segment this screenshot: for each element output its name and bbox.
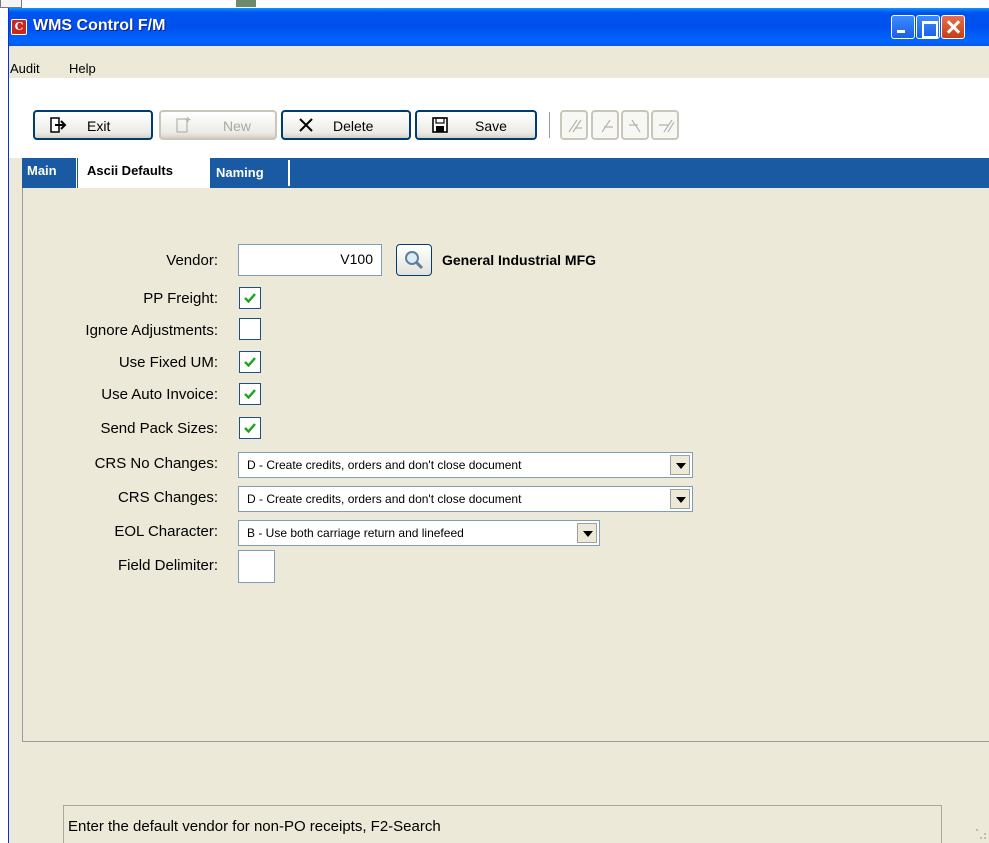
menu-help[interactable]: Help [69, 61, 96, 76]
checkmark-icon [244, 357, 256, 368]
menu-bar: Audit Help [9, 46, 989, 78]
eol-character-label: EOL Character: [114, 523, 218, 540]
crs-no-changes-select[interactable]: D - Create credits, orders and don't clo… [238, 452, 693, 478]
field-delimiter-input[interactable] [238, 550, 275, 583]
resize-grip-icon[interactable] [976, 829, 988, 841]
previous-record-button[interactable] [591, 110, 619, 140]
exit-button[interactable]: Exit [33, 110, 153, 140]
maximize-button[interactable] [916, 15, 940, 39]
send-pack-sizes-checkbox[interactable] [239, 417, 261, 439]
toolbar: Exit New Delete Save [9, 78, 989, 158]
first-record-button[interactable] [560, 110, 588, 140]
eol-character-value: B - Use both carriage return and linefee… [247, 526, 464, 540]
main-window: C WMS Control F/M Audit Help Exit New De… [8, 8, 989, 843]
new-button[interactable]: New [159, 110, 277, 140]
delete-x-icon [297, 116, 315, 134]
tab-strip: Main Ascii Defaults Naming [22, 158, 989, 188]
ascii-defaults-panel: Vendor: V100 General Industrial MFG PP F… [22, 188, 989, 742]
checkmark-icon [244, 389, 256, 400]
exit-label: Exit [87, 118, 111, 134]
toolbar-separator [549, 112, 550, 138]
save-disk-icon [431, 116, 449, 134]
app-logo-icon[interactable]: C [11, 19, 27, 35]
save-button[interactable]: Save [415, 110, 537, 140]
status-message: Enter the default vendor for non-PO rece… [63, 805, 942, 843]
title-bar[interactable]: C WMS Control F/M [9, 8, 989, 46]
crs-changes-select[interactable]: D - Create credits, orders and don't clo… [238, 486, 693, 512]
last-record-icon [659, 119, 675, 133]
next-record-button[interactable] [621, 110, 649, 140]
pp-freight-label: PP Freight: [143, 290, 218, 307]
field-delimiter-label: Field Delimiter: [117, 557, 218, 574]
ignore-adjustments-label: Ignore Adjustments: [85, 322, 218, 339]
checkmark-icon [244, 293, 256, 304]
window-title: WMS Control F/M [33, 17, 166, 34]
chevron-down-icon[interactable] [670, 455, 690, 475]
delete-button[interactable]: Delete [281, 110, 411, 140]
previous-record-icon [601, 119, 613, 133]
magnifier-icon [405, 251, 424, 270]
pp-freight-checkbox[interactable] [239, 287, 261, 309]
crs-no-changes-label: CRS No Changes: [94, 455, 218, 472]
vendor-field[interactable]: V100 [238, 244, 382, 276]
use-fixed-um-checkbox[interactable] [239, 351, 261, 373]
tab-ascii-defaults[interactable]: Ascii Defaults [78, 158, 210, 188]
ignore-adjustments-checkbox[interactable] [239, 318, 261, 340]
use-auto-invoice-checkbox[interactable] [239, 383, 261, 405]
status-bar: Enter the default vendor for non-PO rece… [9, 805, 989, 843]
chevron-down-icon[interactable] [670, 489, 690, 509]
chevron-down-icon[interactable] [577, 523, 597, 543]
use-auto-invoice-label: Use Auto Invoice: [101, 386, 218, 403]
eol-character-select[interactable]: B - Use both carriage return and linefee… [238, 520, 600, 546]
tab-naming[interactable]: Naming [210, 160, 290, 186]
send-pack-sizes-label: Send Pack Sizes: [100, 420, 218, 437]
exit-icon [49, 116, 67, 134]
next-record-icon [629, 119, 641, 133]
desktop-background [0, 0, 989, 8]
new-icon [175, 116, 193, 134]
first-record-icon [568, 119, 582, 133]
crs-changes-value: D - Create credits, orders and don't clo… [247, 492, 522, 506]
vendor-name: General Industrial MFG [442, 252, 597, 268]
last-record-button[interactable] [651, 110, 679, 140]
desktop-fragment [0, 0, 22, 8]
tab-main[interactable]: Main [22, 158, 77, 188]
vendor-lookup-button[interactable] [396, 244, 432, 276]
menu-audit[interactable]: Audit [10, 61, 40, 76]
new-label: New [223, 118, 252, 134]
desktop-icon-fragment [236, 0, 256, 7]
close-button[interactable] [941, 15, 965, 39]
crs-changes-label: CRS Changes: [117, 489, 218, 506]
use-fixed-um-label: Use Fixed UM: [118, 354, 218, 371]
checkmark-icon [244, 423, 256, 434]
minimize-button[interactable] [891, 15, 915, 39]
save-label: Save [475, 118, 507, 134]
delete-label: Delete [333, 118, 374, 134]
vendor-label: Vendor: [166, 252, 218, 269]
crs-no-changes-value: D - Create credits, orders and don't clo… [247, 458, 522, 472]
